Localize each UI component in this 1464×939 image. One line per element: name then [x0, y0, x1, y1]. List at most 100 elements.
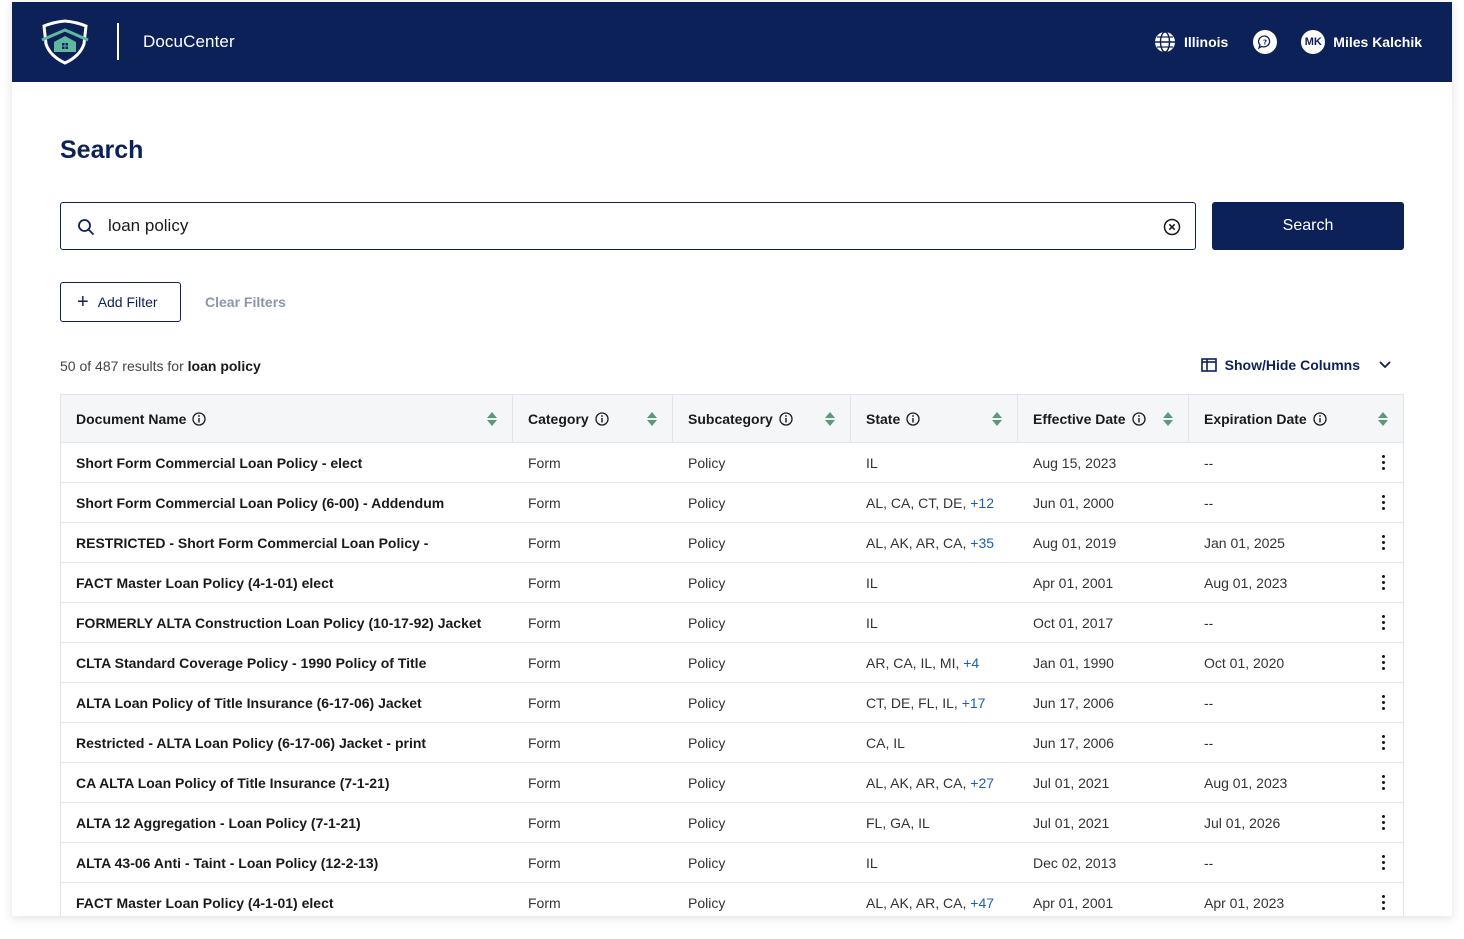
table-row[interactable]: CLTA Standard Coverage Policy - 1990 Pol… [61, 643, 1403, 683]
column-header-subcategory[interactable]: Subcategory [673, 395, 851, 442]
document-name-cell[interactable]: FACT Master Loan Policy (4-1-01) elect [61, 895, 513, 911]
column-header-label: Effective Date [1033, 410, 1126, 427]
more-states-link[interactable]: +12 [970, 495, 994, 511]
subcategory-cell: Policy [688, 854, 726, 871]
info-icon[interactable] [192, 411, 207, 426]
search-icon [78, 219, 94, 235]
results-shown: 50 [60, 358, 76, 374]
app-name[interactable]: DocuCenter [143, 32, 235, 52]
more-states-link[interactable]: +27 [970, 775, 994, 791]
row-actions-kebab-icon[interactable] [1373, 854, 1393, 872]
column-header-state[interactable]: State [851, 395, 1018, 442]
table-row[interactable]: FACT Master Loan Policy (4-1-01) elect Fo… [61, 883, 1403, 916]
table-row[interactable]: ALTA 43-06 Anti - Taint - Loan Policy (1… [61, 843, 1403, 883]
info-icon[interactable] [1131, 411, 1146, 426]
state-list: IL [866, 574, 878, 591]
row-actions-kebab-icon[interactable] [1373, 494, 1393, 512]
document-name-cell[interactable]: Restricted - ALTA Loan Policy (6-17-06) … [61, 735, 513, 751]
columns-icon [1200, 358, 1217, 372]
row-actions-kebab-icon[interactable] [1373, 654, 1393, 672]
document-name-cell[interactable]: CLTA Standard Coverage Policy - 1990 Pol… [61, 655, 513, 671]
sort-icon[interactable] [1162, 411, 1174, 427]
table-row[interactable]: CA ALTA Loan Policy of Title Insurance (… [61, 763, 1403, 803]
more-states-link[interactable]: +35 [970, 535, 994, 551]
show-hide-columns-button[interactable]: Show/Hide Columns [1200, 357, 1392, 373]
row-actions-kebab-icon[interactable] [1373, 574, 1393, 592]
region-label: Illinois [1183, 34, 1229, 50]
row-actions-kebab-icon[interactable] [1373, 894, 1393, 912]
state-cell: AL, AK, AR, CA, +35 [851, 535, 1018, 551]
clear-search-icon[interactable] [1163, 218, 1181, 236]
table-row[interactable]: ALTA 12 Aggregation - Loan Policy (7-1-2… [61, 803, 1403, 843]
table-row[interactable]: Short Form Commercial Loan Policy - elec… [61, 443, 1403, 483]
table-row[interactable]: FACT Master Loan Policy (4-1-01) elect Fo… [61, 563, 1403, 603]
top-right-actions: Illinois ? MK Miles Kalchik [1154, 26, 1422, 58]
effective-date-cell: Jan 01, 1990 [1033, 654, 1114, 671]
more-states-link[interactable]: +4 [963, 655, 979, 671]
document-name-cell[interactable]: FACT Master Loan Policy (4-1-01) elect [61, 575, 513, 591]
document-name-cell[interactable]: ALTA Loan Policy of Title Insurance (6-1… [61, 695, 513, 711]
effective-date-cell: Oct 01, 2017 [1033, 614, 1114, 631]
table-row[interactable]: Restricted - ALTA Loan Policy (6-17-06) … [61, 723, 1403, 763]
document-name-cell[interactable]: ALTA 43-06 Anti - Taint - Loan Policy (1… [61, 855, 513, 871]
info-icon[interactable] [906, 411, 920, 426]
row-actions-kebab-icon[interactable] [1373, 694, 1393, 712]
category-cell: Form [528, 734, 561, 751]
category-cell: Form [528, 494, 561, 511]
sort-icon[interactable] [486, 411, 498, 427]
search-button[interactable]: Search [1212, 202, 1404, 250]
svg-text:?: ? [1263, 39, 1267, 47]
avatar: MK [1301, 30, 1326, 54]
document-name-cell[interactable]: CA ALTA Loan Policy of Title Insurance (… [61, 775, 513, 791]
effective-date-cell: Jun 17, 2006 [1033, 734, 1114, 751]
region-selector[interactable]: Illinois [1154, 31, 1228, 53]
column-header-effective-date[interactable]: Effective Date [1018, 395, 1189, 442]
chat-button[interactable]: ? [1253, 30, 1278, 54]
logo-divider [117, 23, 119, 60]
document-name-cell[interactable]: Short Form Commercial Loan Policy - elec… [61, 455, 513, 471]
search-input[interactable] [108, 213, 1148, 239]
row-actions-kebab-icon[interactable] [1373, 454, 1393, 472]
row-actions-kebab-icon[interactable] [1373, 614, 1393, 632]
more-states-link[interactable]: +17 [962, 695, 986, 711]
state-cell: AL, CA, CT, DE, +12 [851, 495, 1018, 511]
column-header-expiration-date[interactable]: Expiration Date [1189, 395, 1403, 442]
sort-icon[interactable] [824, 411, 836, 427]
state-cell: IL [851, 855, 1018, 871]
table-row[interactable]: Short Form Commercial Loan Policy (6-00)… [61, 483, 1403, 523]
clear-filters-button[interactable]: Clear Filters [205, 294, 286, 310]
info-icon[interactable] [1313, 411, 1327, 426]
row-actions-kebab-icon[interactable] [1373, 814, 1393, 832]
row-actions-kebab-icon[interactable] [1373, 774, 1393, 792]
column-header-label: Document Name [76, 410, 187, 427]
chevron-down-icon [1379, 361, 1391, 369]
table-row[interactable]: RESTRICTED - Short Form Commercial Loan … [61, 523, 1403, 563]
table-row[interactable]: FORMERLY ALTA Construction Loan Policy (… [61, 603, 1403, 643]
column-header-document-name[interactable]: Document Name [61, 395, 513, 442]
effective-date-cell: Apr 01, 2001 [1033, 574, 1114, 591]
sort-icon[interactable] [1377, 411, 1389, 427]
column-header-label: Category [528, 410, 589, 427]
column-header-category[interactable]: Category [513, 395, 673, 442]
row-actions-kebab-icon[interactable] [1373, 534, 1393, 552]
info-icon[interactable] [595, 411, 609, 426]
state-cell: CA, IL [851, 735, 1018, 751]
document-name-cell[interactable]: RESTRICTED - Short Form Commercial Loan … [61, 535, 513, 551]
row-actions-kebab-icon[interactable] [1373, 734, 1393, 752]
table-row[interactable]: ALTA Loan Policy of Title Insurance (6-1… [61, 683, 1403, 723]
sort-icon[interactable] [646, 411, 658, 427]
category-cell: Form [528, 574, 561, 591]
info-icon[interactable] [779, 411, 793, 426]
shield-house-logo-icon[interactable] [40, 18, 90, 66]
user-menu[interactable]: MK Miles Kalchik [1301, 30, 1422, 54]
sort-icon[interactable] [991, 411, 1003, 427]
user-name: Miles Kalchik [1333, 34, 1422, 50]
more-states-link[interactable]: +47 [970, 895, 994, 911]
state-cell: IL [851, 575, 1018, 591]
document-name-cell[interactable]: ALTA 12 Aggregation - Loan Policy (7-1-2… [61, 815, 513, 831]
add-filter-button[interactable]: + Add Filter [60, 282, 181, 322]
expiration-date-cell: Jan 01, 2025 [1204, 534, 1285, 551]
subcategory-cell: Policy [688, 494, 726, 511]
document-name-cell[interactable]: FORMERLY ALTA Construction Loan Policy (… [61, 615, 513, 631]
document-name-cell[interactable]: Short Form Commercial Loan Policy (6-00)… [61, 495, 513, 511]
